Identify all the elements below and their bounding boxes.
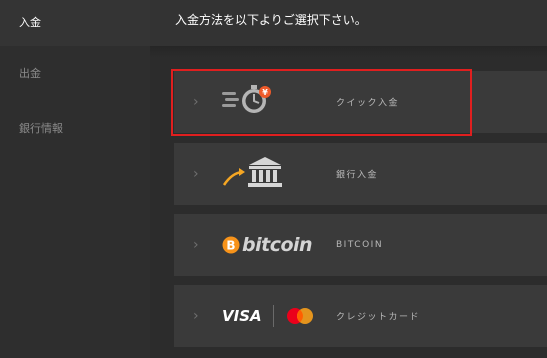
sidebar-item-withdrawal[interactable]: 出金 [0,51,150,97]
method-bitcoin[interactable]: › B bitcoin BITCOIN [174,214,547,276]
bitcoin-coin-icon: B [222,236,240,254]
main-panel: 入金方法を以下よりご選択下さい。 › ¥ クイック入金 › 銀行入金 › B b… [150,0,547,358]
header-shadow [150,46,547,58]
page-title: 入金方法を以下よりご選択下さい。 [175,13,367,27]
sidebar: 入金 出金 銀行情報 [0,0,150,358]
method-label: BITCOIN [336,240,384,250]
bitcoin-logo-text: bitcoin [242,234,313,256]
logo-divider [272,305,274,327]
sidebar-item-label: 入金 [19,16,41,29]
visa-logo: VISA [222,307,262,325]
chevron-right-icon: › [193,308,199,324]
method-bank-deposit[interactable]: › 銀行入金 [174,143,547,205]
visa-mastercard-icon: VISA [222,305,315,327]
method-quick-deposit[interactable]: › ¥ クイック入金 [174,71,547,133]
sidebar-item-label: 出金 [19,67,41,80]
method-label: クレジットカード [336,312,421,323]
method-label: クイック入金 [336,98,400,109]
svg-text:¥: ¥ [262,88,268,97]
chevron-right-icon: › [193,237,199,253]
sidebar-item-label: 銀行情報 [19,122,63,135]
chevron-right-icon: › [193,94,199,110]
bitcoin-logo: B bitcoin [222,234,313,256]
svg-text:B: B [226,239,235,253]
chevron-right-icon: › [193,166,199,182]
page-header: 入金方法を以下よりご選択下さい。 [150,0,547,46]
method-label: 銀行入金 [336,170,379,181]
bank-icon [222,155,284,193]
sidebar-item-deposit[interactable]: 入金 [0,0,150,46]
quick-deposit-stopwatch-icon: ¥ [222,83,276,121]
method-credit-card[interactable]: › VISA クレジットカード [174,285,547,347]
mastercard-icon [286,308,313,324]
sidebar-item-bank-info[interactable]: 銀行情報 [0,106,150,152]
